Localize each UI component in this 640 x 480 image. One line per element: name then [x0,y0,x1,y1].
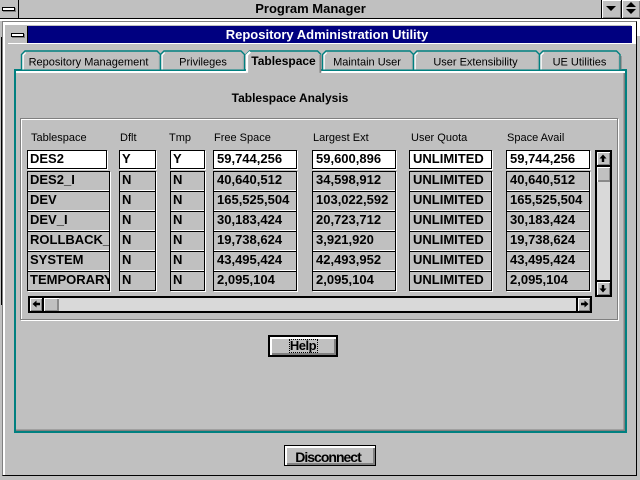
svg-text:Privileges: Privileges [179,57,227,69]
svg-text:UE Utilities: UE Utilities [553,57,607,69]
svg-text:Repository Management: Repository Management [29,57,149,69]
svg-text:User Extensibility: User Extensibility [433,57,518,69]
svg-text:Maintain User: Maintain User [333,57,401,69]
svg-text:Tablespace: Tablespace [251,54,316,68]
